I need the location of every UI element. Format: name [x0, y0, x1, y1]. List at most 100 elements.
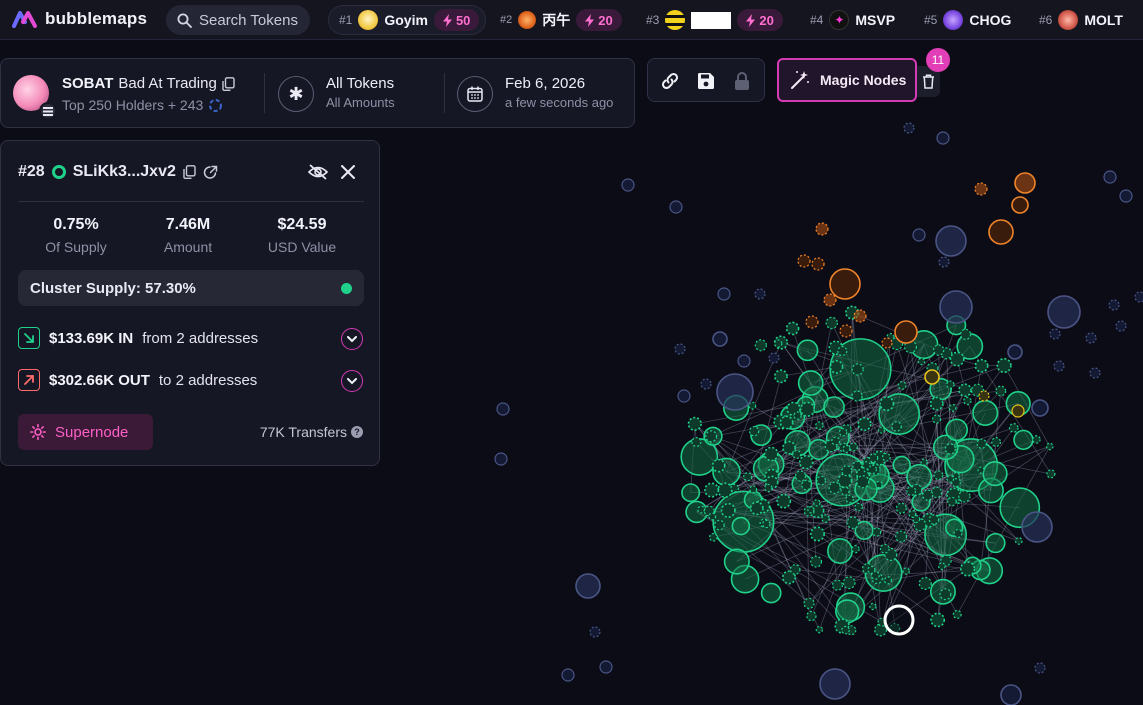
orange-wallet-bubble[interactable] [974, 182, 988, 196]
cluster-wallet-bubble[interactable] [748, 426, 760, 437]
cluster-wallet-bubble[interactable] [976, 438, 987, 449]
cluster-wallet-bubble[interactable] [813, 499, 821, 507]
cluster-wallet-bubble[interactable] [944, 443, 956, 455]
supernode-button[interactable]: Supernode [18, 414, 153, 450]
cluster-wallet-bubble[interactable] [875, 480, 883, 489]
cluster-wallet-bubble[interactable] [897, 381, 907, 390]
cluster-wallet-bubble[interactable] [985, 532, 1006, 554]
cluster-wallet-bubble[interactable] [711, 458, 726, 473]
cluster-wallet-bubble[interactable] [810, 555, 823, 568]
cluster-wallet-bubble[interactable] [807, 506, 815, 514]
cluster-wallet-bubble[interactable] [963, 396, 972, 406]
copy-address-icon[interactable] [183, 165, 196, 179]
selected-wallet-bubble[interactable] [883, 604, 915, 636]
holders-info[interactable]: Top 250 Holders + 243 [62, 97, 223, 113]
cluster-wallet-bubble[interactable] [801, 479, 812, 491]
holder-wallet-bubble[interactable] [1053, 360, 1065, 372]
holder-wallet-bubble[interactable] [712, 331, 728, 347]
cluster-wallet-bubble[interactable] [906, 486, 917, 496]
cluster-wallet-bubble[interactable] [895, 502, 907, 514]
cluster-wallet-bubble[interactable] [928, 514, 940, 525]
holder-wallet-bubble[interactable] [903, 122, 915, 134]
cluster-wallet-bubble[interactable] [958, 490, 971, 503]
outflow-row[interactable]: $302.66K OUT to 2 addresses [18, 369, 257, 391]
cluster-wallet-bubble[interactable] [749, 501, 764, 516]
cluster-wallet-bubble[interactable] [948, 403, 957, 412]
cluster-wallet-bubble[interactable] [917, 357, 926, 366]
holder-wallet-bubble[interactable] [716, 373, 754, 411]
cluster-wallet-bubble[interactable] [845, 494, 855, 504]
holder-wallet-bubble[interactable] [494, 452, 508, 466]
holder-wallet-bubble[interactable] [677, 389, 691, 403]
orange-wallet-bubble[interactable] [797, 254, 811, 268]
cluster-wallet-bubble[interactable] [952, 609, 962, 619]
cluster-wallet-bubble[interactable] [1046, 469, 1056, 479]
cluster-wallet-bubble[interactable] [793, 411, 802, 420]
save-button[interactable] [695, 70, 717, 92]
cluster-wallet-bubble[interactable] [815, 421, 824, 430]
trending-token-3[interactable]: #3 20 [646, 5, 783, 35]
holder-wallet-bubble[interactable] [939, 290, 973, 324]
yellow-wallet-bubble[interactable] [978, 390, 990, 402]
cluster-wallet-bubble[interactable] [908, 510, 917, 518]
cluster-wallet-bubble[interactable] [959, 561, 976, 577]
cluster-wallet-bubble[interactable] [760, 582, 782, 604]
cluster-wallet-bubble[interactable] [922, 489, 934, 501]
cluster-wallet-bubble[interactable] [872, 527, 882, 537]
inflow-expand-button[interactable] [341, 328, 363, 350]
holder-wallet-bubble[interactable] [717, 287, 731, 301]
cluster-wallet-bubble[interactable] [879, 396, 895, 412]
cluster-wallet-bubble[interactable] [974, 358, 989, 373]
cluster-wallet-bubble[interactable] [717, 482, 733, 498]
cluster-wallet-bubble[interactable] [920, 458, 928, 466]
cluster-wallet-bubble[interactable] [828, 481, 841, 494]
cluster-wallet-bubble[interactable] [931, 414, 942, 424]
cluster-wallet-bubble[interactable] [851, 390, 863, 402]
cluster-wallet-bubble[interactable] [816, 475, 827, 486]
orange-wallet-bubble[interactable] [815, 222, 829, 236]
cluster-wallet-bubble[interactable] [991, 437, 1002, 447]
cluster-wallet-bubble[interactable] [687, 416, 702, 431]
hide-wallet-icon[interactable] [307, 163, 329, 181]
token-filter-button[interactable]: ✱ [278, 76, 314, 112]
cluster-wallet-bubble[interactable] [785, 321, 800, 336]
cluster-wallet-bubble[interactable] [952, 472, 960, 480]
cluster-wallet-bubble[interactable] [892, 455, 911, 475]
cluster-wallet-bubble[interactable] [794, 470, 807, 482]
cluster-wallet-bubble[interactable] [1008, 423, 1019, 433]
orange-wallet-bubble[interactable] [1011, 196, 1029, 214]
orange-wallet-bubble[interactable] [1014, 172, 1036, 194]
cluster-wallet-bubble[interactable] [823, 396, 845, 418]
cluster-wallet-bubble[interactable] [945, 418, 969, 442]
holder-wallet-bubble[interactable] [819, 668, 851, 700]
cluster-wallet-bubble[interactable] [841, 625, 850, 635]
cluster-wallet-bubble[interactable] [704, 482, 720, 498]
cluster-wallet-bubble[interactable] [879, 543, 890, 554]
holder-wallet-bubble[interactable] [1103, 170, 1117, 184]
trending-token-5[interactable]: #5 CHOG [924, 5, 1011, 35]
cluster-wallet-bubble[interactable] [869, 602, 877, 611]
holder-wallet-bubble[interactable] [935, 225, 967, 257]
cluster-wallet-bubble[interactable] [842, 576, 856, 590]
orange-wallet-bubble[interactable] [805, 315, 819, 329]
trending-token-2[interactable]: #2 丙午 20 [500, 5, 622, 35]
cluster-wallet-bubble[interactable] [949, 351, 965, 367]
copy-icon[interactable] [222, 76, 235, 91]
cluster-wallet-bubble[interactable] [881, 452, 891, 462]
cluster-wallet-bubble[interactable] [782, 440, 796, 455]
orange-wallet-bubble[interactable] [823, 293, 837, 307]
cluster-wallet-bubble[interactable] [862, 461, 871, 470]
cluster-wallet-bubble[interactable] [776, 493, 792, 509]
holder-wallet-bubble[interactable] [561, 668, 575, 682]
holder-wallet-bubble[interactable] [737, 354, 751, 368]
outflow-expand-button[interactable] [341, 370, 363, 392]
cluster-wallet-bubble[interactable] [930, 612, 946, 628]
holder-wallet-bubble[interactable] [669, 200, 683, 214]
cluster-wallet-bubble[interactable] [789, 564, 801, 575]
cluster-wallet-bubble[interactable] [937, 562, 946, 570]
cluster-wallet-bubble[interactable] [947, 496, 957, 507]
cluster-wallet-bubble[interactable] [932, 344, 945, 356]
holder-wallet-bubble[interactable] [599, 660, 613, 674]
cluster-wallet-bubble[interactable] [806, 610, 817, 622]
cluster-wallet-bubble[interactable] [829, 359, 844, 374]
